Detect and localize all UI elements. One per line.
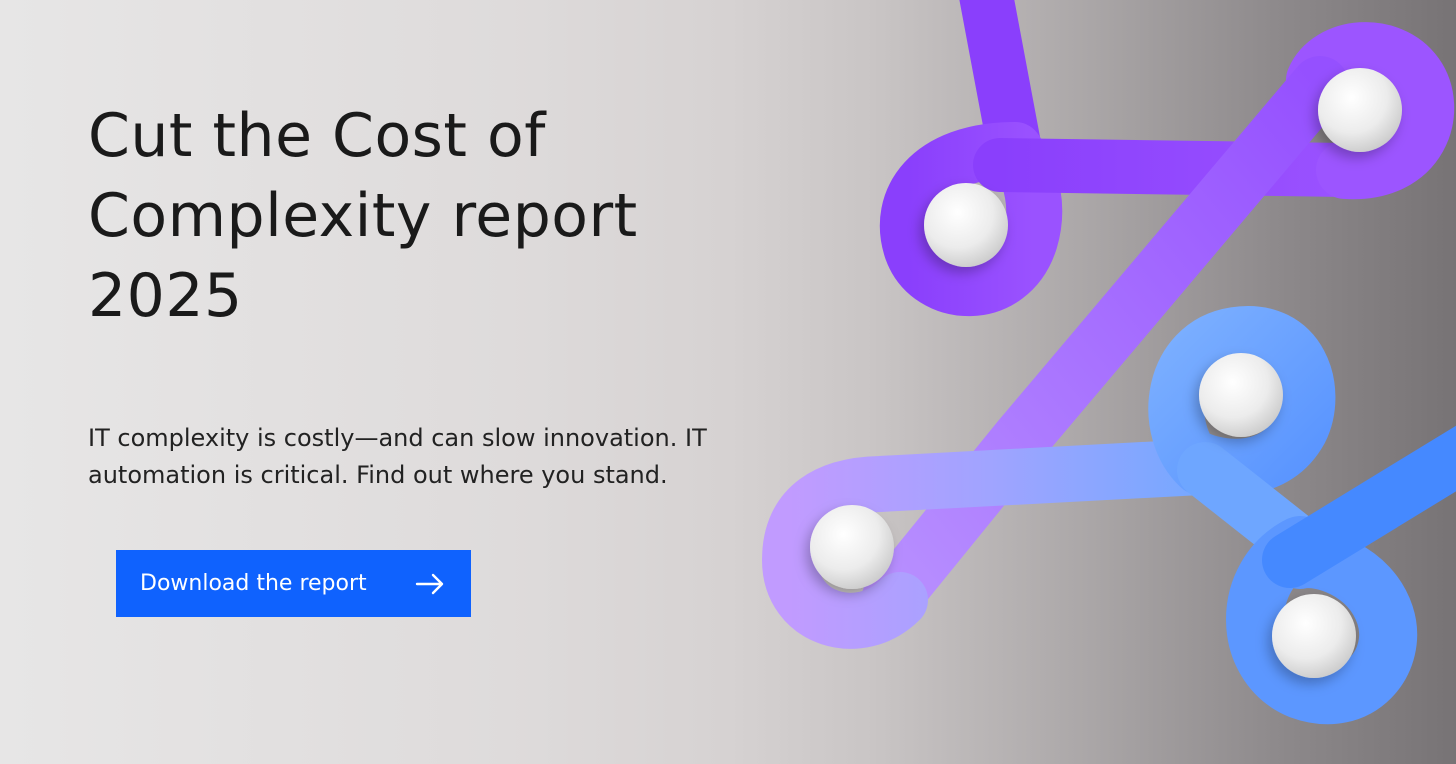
arrow-right-icon — [415, 573, 444, 594]
dot-middle-right — [1199, 353, 1283, 437]
page-title: Cut the Cost of Complexity report 2025 — [88, 101, 638, 331]
dot-top-right — [1318, 68, 1402, 152]
hero-description: IT complexity is costly—and can slow inn… — [88, 424, 707, 489]
download-report-button[interactable]: Download the report — [116, 550, 471, 617]
dot-bottom-left — [810, 505, 894, 589]
dot-top-left — [924, 183, 1008, 267]
download-report-label: Download the report — [140, 571, 367, 596]
hero-banner: Cut the Cost of Complexity report 2025 I… — [0, 0, 1456, 764]
dot-bottom-right — [1272, 594, 1356, 678]
